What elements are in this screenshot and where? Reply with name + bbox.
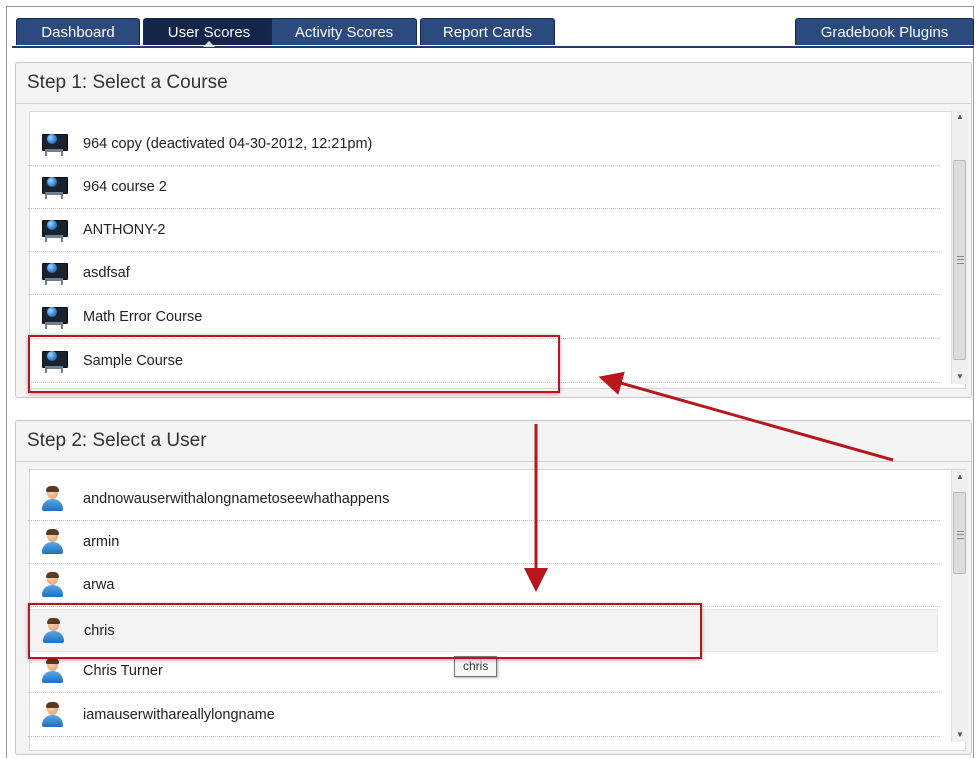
annotation-arrows: [524, 371, 894, 592]
annotation-arrow-to-course: [598, 371, 894, 462]
